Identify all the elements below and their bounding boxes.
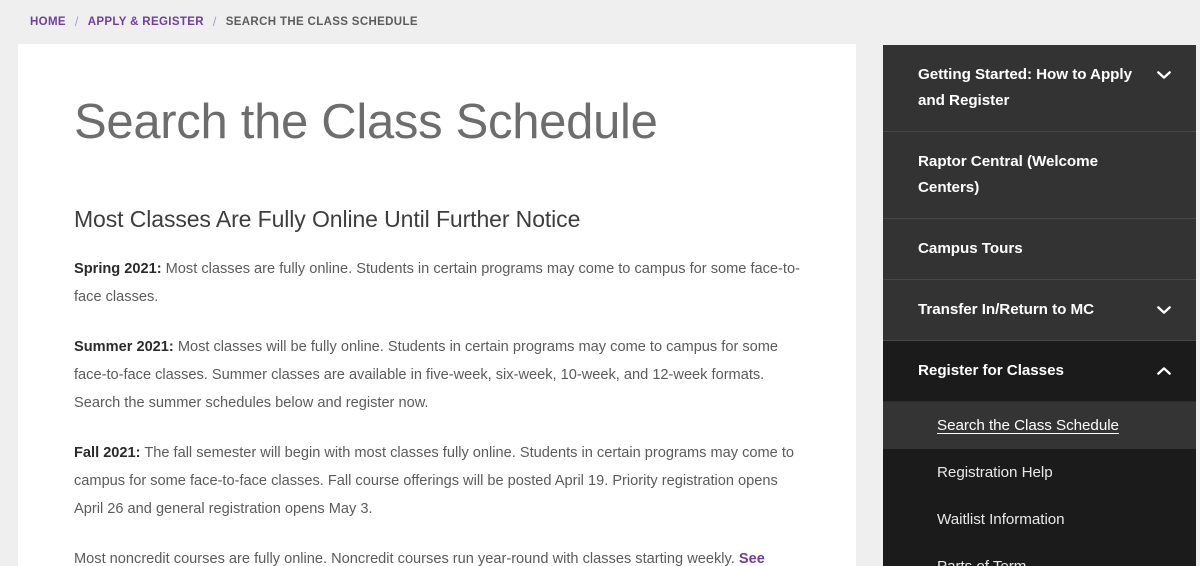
sidebar-subitem-waitlist-information[interactable]: Waitlist Information [883,496,1196,543]
page-root: HOME / APPLY & REGISTER / SEARCH THE CLA… [0,0,1200,566]
breadcrumb-item-current: SEARCH THE CLASS SCHEDULE [225,16,418,28]
breadcrumb-item-apply-register[interactable]: APPLY & REGISTER [88,16,204,28]
breadcrumb: HOME / APPLY & REGISTER / SEARCH THE CLA… [30,15,418,29]
noncredit-text-before: Most noncredit courses are fully online.… [74,550,739,566]
breadcrumb-separator: / [74,15,79,29]
paragraph-lead-spring: Spring 2021: [74,260,162,277]
main-content: Search the Class Schedule Most Classes A… [18,44,856,566]
chevron-down-icon[interactable] [1156,62,1172,88]
sidebar-item-label: Raptor Central (Welcome Centers) [918,153,1099,196]
paragraph-body-summer: Most classes will be fully online. Stude… [74,338,779,411]
sidebar-item-getting-started[interactable]: Getting Started: How to Apply and Regist… [883,45,1196,132]
paragraph-fall: Fall 2021: The fall semester will begin … [74,439,800,523]
paragraph-spring: Spring 2021: Most classes are fully onli… [74,255,800,311]
sidebar-item-register-for-classes[interactable]: Register for Classes [883,341,1196,402]
chevron-down-icon[interactable] [1156,297,1172,323]
sidebar-subitem-parts-of-term[interactable]: Parts of Term [883,543,1196,566]
sidebar-subitem-search-class-schedule[interactable]: Search the Class Schedule [883,402,1196,449]
page-title: Search the Class Schedule [74,95,658,149]
paragraph-summer: Summer 2021: Most classes will be fully … [74,333,800,417]
sidebar-item-campus-tours[interactable]: Campus Tours [883,219,1196,280]
breadcrumb-band: HOME / APPLY & REGISTER / SEARCH THE CLA… [0,0,1200,44]
sidebar-item-label: Transfer In/Return to MC [918,301,1094,318]
sidebar-item-label: Campus Tours [918,240,1023,257]
sidebar-subitem-label: Registration Help [937,464,1053,481]
sidebar-right-gutter [1196,45,1200,566]
breadcrumb-item-home[interactable]: HOME [30,16,66,28]
sidebar-subitem-label: Waitlist Information [937,511,1065,528]
paragraph-lead-summer: Summer 2021: [74,338,174,355]
sidebar-item-label: Register for Classes [918,362,1064,379]
paragraph-noncredit: Most noncredit courses are fully online.… [74,545,800,566]
paragraph-body-fall: The fall semester will begin with most c… [74,444,795,517]
sidebar-subitem-registration-help[interactable]: Registration Help [883,449,1196,496]
paragraph-body-spring: Most classes are fully online. Students … [74,260,800,305]
sidebar-item-label: Getting Started: How to Apply and Regist… [918,66,1132,109]
paragraph-lead-fall: Fall 2021: [74,444,141,461]
chevron-up-icon[interactable] [1156,358,1172,384]
sidebar-navigation: Getting Started: How to Apply and Regist… [883,45,1196,566]
sidebar-item-transfer-in-return[interactable]: Transfer In/Return to MC [883,280,1196,341]
sidebar-item-raptor-central[interactable]: Raptor Central (Welcome Centers) [883,132,1196,219]
sidebar-submenu-register-for-classes: Search the Class Schedule Registration H… [883,402,1196,566]
sidebar-subitem-label: Search the Class Schedule [937,417,1119,434]
section-heading: Most Classes Are Fully Online Until Furt… [74,205,581,232]
breadcrumb-separator: / [212,15,217,29]
sidebar-subitem-label: Parts of Term [937,558,1026,566]
